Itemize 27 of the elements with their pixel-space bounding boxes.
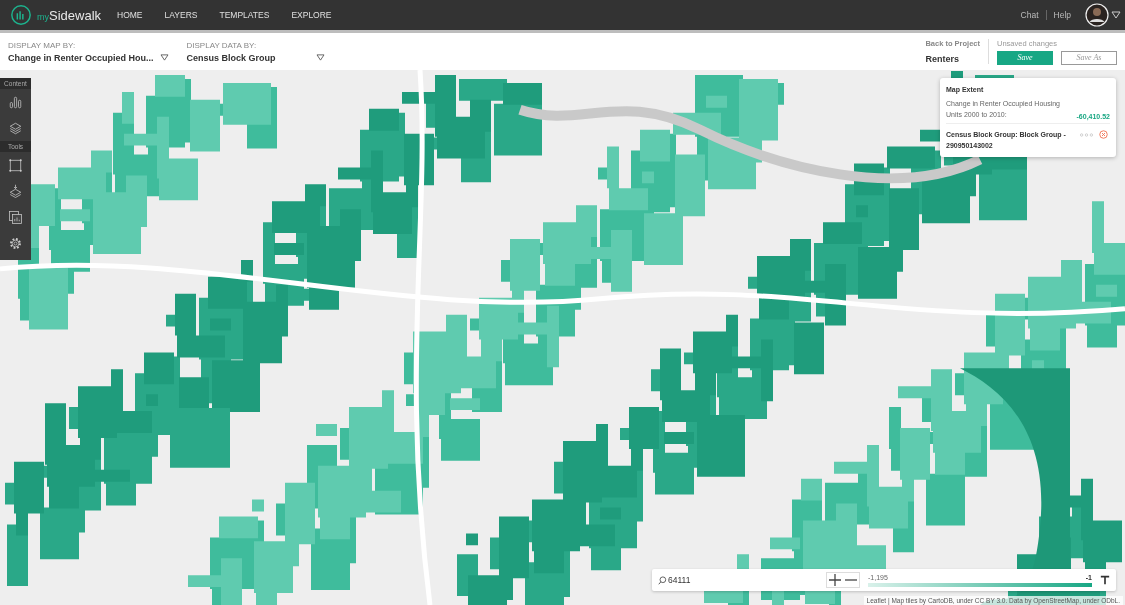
add-layer-icon[interactable] [8,183,23,199]
close-icon[interactable] [1099,130,1108,139]
project-name: Renters [925,54,959,64]
user-avatar-icon[interactable] [1085,3,1109,27]
nav-link[interactable]: EXPLORE [291,10,332,20]
nav-link[interactable]: LAYERS [164,10,198,20]
selection-square-icon[interactable] [8,157,23,173]
filter-icon[interactable] [1100,575,1110,585]
caret-icon[interactable] [315,54,325,61]
header-link[interactable]: Chat [1020,10,1039,20]
selector-label: DISPLAY DATA BY: [186,40,258,50]
search-icon [658,575,667,585]
header-link[interactable]: Help [1053,10,1071,20]
layers-icon[interactable] [8,120,23,136]
nav-link[interactable]: TEMPLATES [219,10,270,20]
search-field[interactable]: 64111 [667,575,808,585]
caret-icon[interactable] [159,54,169,61]
dropdown[interactable]: Change in Renter Occupied Hou... [8,52,169,63]
logo-icon [10,4,32,26]
nav-link[interactable]: HOME [117,10,143,20]
bar-chart-icon[interactable] [8,94,23,110]
settings-icon[interactable] [8,235,23,251]
brand-name: mySidewalk [37,7,102,23]
zoom-in-icon[interactable] [827,573,843,587]
dropdown[interactable]: Census Block Group [186,52,325,63]
selector-label: DISPLAY MAP BY: [8,40,77,50]
chart-pages-icon[interactable] [8,209,23,225]
